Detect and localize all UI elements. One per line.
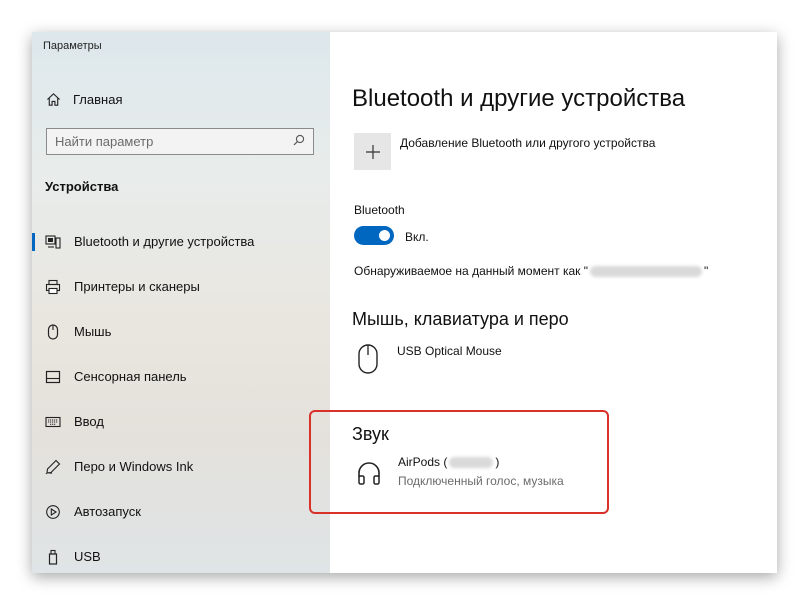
sidebar-item-label: Сенсорная панель — [74, 369, 187, 384]
toggle-knob — [379, 230, 390, 241]
bluetooth-toggle[interactable] — [354, 226, 394, 245]
section-title: Устройства — [45, 179, 119, 194]
sidebar-item-label: Принтеры и сканеры — [74, 279, 200, 294]
sidebar-item-typing[interactable]: Ввод — [32, 399, 330, 444]
mouse-device-item[interactable]: USB Optical Mouse — [356, 342, 502, 376]
redacted-device-name — [590, 265, 702, 277]
mouse-device-icon — [356, 342, 380, 376]
highlight-annotation — [309, 410, 609, 514]
sidebar: Параметры Главная Найти параметр Устройс… — [32, 32, 330, 573]
bluetooth-devices-icon — [44, 233, 62, 251]
sidebar-item-label: Автозапуск — [74, 504, 141, 519]
home-icon — [44, 90, 62, 108]
mouse-icon — [44, 323, 62, 341]
sidebar-item-autoplay[interactable]: Автозапуск — [32, 489, 330, 534]
search-placeholder: Найти параметр — [55, 134, 154, 149]
home-label: Главная — [73, 91, 123, 107]
sidebar-item-touchpad[interactable]: Сенсорная панель — [32, 354, 330, 399]
plus-icon — [365, 144, 380, 159]
sidebar-item-printers[interactable]: Принтеры и сканеры — [32, 264, 330, 309]
usb-icon — [44, 548, 62, 566]
discoverable-text: Обнаруживаемое на данный момент как " " — [354, 264, 708, 278]
pen-icon — [44, 458, 62, 476]
sidebar-item-label: USB — [74, 549, 101, 564]
touchpad-icon — [44, 368, 62, 386]
bluetooth-label: Bluetooth — [354, 203, 405, 217]
add-device-label[interactable]: Добавление Bluetooth или другого устройс… — [400, 136, 655, 150]
sidebar-item-mouse[interactable]: Мышь — [32, 309, 330, 354]
printer-icon — [44, 278, 62, 296]
sidebar-item-label: Мышь — [74, 324, 112, 339]
sidebar-nav: Bluetooth и другие устройства Принтеры и… — [32, 219, 330, 573]
sidebar-item-usb[interactable]: USB — [32, 534, 330, 573]
sidebar-item-pen[interactable]: Перо и Windows Ink — [32, 444, 330, 489]
search-icon[interactable] — [293, 134, 305, 149]
sidebar-item-bluetooth[interactable]: Bluetooth и другие устройства — [32, 219, 330, 264]
add-device-button[interactable] — [354, 133, 391, 170]
keyboard-icon — [44, 413, 62, 431]
mouse-device-name: USB Optical Mouse — [397, 344, 502, 358]
search-input[interactable]: Найти параметр — [46, 128, 314, 155]
sidebar-item-label: Bluetooth и другие устройства — [74, 234, 255, 249]
discoverable-prefix: Обнаруживаемое на данный момент как " — [354, 264, 588, 278]
toggle-state-label: Вкл. — [405, 230, 429, 244]
app-title: Параметры — [43, 40, 102, 52]
discoverable-suffix: " — [704, 264, 709, 278]
sidebar-item-label: Перо и Windows Ink — [74, 459, 194, 474]
sidebar-item-label: Ввод — [74, 414, 104, 429]
mouse-section-title: Мышь, клавиатура и перо — [352, 309, 569, 329]
autoplay-icon — [44, 503, 62, 521]
sidebar-home[interactable]: Главная — [44, 90, 122, 108]
page-title: Bluetooth и другие устройства — [352, 85, 686, 112]
